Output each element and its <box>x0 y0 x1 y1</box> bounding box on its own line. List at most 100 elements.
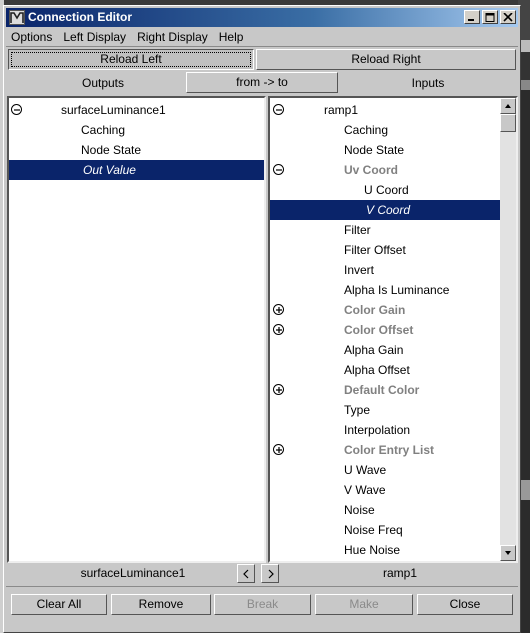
attr-label: Node State <box>344 143 405 157</box>
close-button[interactable]: Close <box>417 594 513 615</box>
attr-label: Type <box>344 403 371 417</box>
attr-label: Invert <box>344 263 375 277</box>
list-item[interactable]: Default Color <box>270 380 516 400</box>
list-item[interactable]: Node State <box>270 140 516 160</box>
expand-icon[interactable] <box>273 384 284 395</box>
maximize-button[interactable] <box>482 10 498 24</box>
inputs-list[interactable]: ramp1 Caching Node State Uv Coord U Coor… <box>268 96 518 563</box>
expand-icon[interactable] <box>273 324 284 335</box>
attr-label: Filter Offset <box>344 243 406 257</box>
title-bar[interactable]: Connection Editor <box>6 8 518 27</box>
list-item[interactable]: Alpha Gain <box>270 340 516 360</box>
list-item[interactable]: ramp1 <box>270 100 516 120</box>
list-item[interactable]: Uv Coord <box>270 160 516 180</box>
collapse-icon[interactable] <box>273 164 284 175</box>
menu-right-display[interactable]: Right Display <box>137 30 208 44</box>
node-name-output: surfaceLuminance1 <box>61 103 166 117</box>
attr-label: Color Entry List <box>344 443 435 457</box>
attr-label: Interpolation <box>344 423 411 437</box>
list-item[interactable]: U Coord <box>270 180 516 200</box>
arrow-down-icon <box>505 551 511 555</box>
list-item[interactable]: Noise <box>270 500 516 520</box>
menu-bar: Options Left Display Right Display Help <box>6 28 518 46</box>
from-to-button[interactable]: from -> to <box>186 72 338 93</box>
menu-options[interactable]: Options <box>11 30 52 44</box>
list-item[interactable]: Noise Freq <box>270 520 516 540</box>
maximize-icon <box>485 13 495 22</box>
list-item[interactable]: surfaceLuminance1 <box>9 100 264 120</box>
vertical-scrollbar[interactable] <box>500 98 516 561</box>
attr-label: Alpha Offset <box>344 363 410 377</box>
left-node-label: surfaceLuminance1 <box>80 566 186 580</box>
window-title: Connection Editor <box>28 10 132 24</box>
attr-label: Out Value <box>83 163 136 177</box>
outputs-header: Outputs <box>81 76 125 90</box>
attr-label: Uv Coord <box>344 163 398 177</box>
list-item[interactable]: Caching <box>270 120 516 140</box>
outputs-list[interactable]: surfaceLuminance1 Caching Node State Out… <box>7 96 266 563</box>
inputs-header: Inputs <box>411 76 445 90</box>
list-item[interactable]: Color Entry List <box>270 440 516 460</box>
expand-icon[interactable] <box>273 304 284 315</box>
right-node-label: ramp1 <box>382 566 417 580</box>
collapse-icon[interactable] <box>11 104 22 115</box>
expand-icon[interactable] <box>273 444 284 455</box>
attr-label: U Wave <box>344 463 387 477</box>
attr-label: Noise <box>344 503 375 517</box>
attr-label: Caching <box>344 123 389 137</box>
menu-left-display[interactable]: Left Display <box>63 30 126 44</box>
menu-help[interactable]: Help <box>219 30 244 44</box>
list-item[interactable]: Node State <box>9 140 264 160</box>
attr-label: Node State <box>81 143 142 157</box>
clear-all-button[interactable]: Clear All <box>11 594 107 615</box>
list-item[interactable]: Filter <box>270 220 516 240</box>
reload-left-button[interactable]: Reload Left <box>8 49 254 70</box>
list-item[interactable]: Interpolation <box>270 420 516 440</box>
scroll-thumb[interactable] <box>500 114 516 132</box>
list-item[interactable]: V Wave <box>270 480 516 500</box>
close-window-button[interactable] <box>500 10 516 24</box>
attr-label: V Wave <box>344 483 386 497</box>
list-item-selected[interactable]: Out Value <box>9 160 264 180</box>
break-button[interactable]: Break <box>214 594 311 615</box>
list-item[interactable]: Invert <box>270 260 516 280</box>
minimize-button[interactable] <box>464 10 480 24</box>
menu-separator <box>6 46 518 47</box>
make-button[interactable]: Make <box>315 594 413 615</box>
list-item[interactable]: Caching <box>9 120 264 140</box>
attr-label: Default Color <box>344 383 420 397</box>
list-item[interactable]: Alpha Is Luminance <box>270 280 516 300</box>
attr-label: Filter <box>344 223 371 237</box>
list-item[interactable]: Filter Offset <box>270 240 516 260</box>
chevron-left-icon <box>243 569 249 579</box>
attr-label: Color Gain <box>344 303 406 317</box>
attr-label: Noise Freq <box>344 523 403 537</box>
collapse-icon[interactable] <box>273 104 284 115</box>
attr-label: U Coord <box>364 183 409 197</box>
list-item[interactable]: U Wave <box>270 460 516 480</box>
footer-separator <box>6 586 518 587</box>
attr-label: Caching <box>81 123 126 137</box>
attr-label: Hue Noise <box>344 543 401 557</box>
close-icon <box>503 13 513 22</box>
list-item[interactable]: Color Offset <box>270 320 516 340</box>
scroll-up-button[interactable] <box>500 98 516 114</box>
list-item[interactable]: Alpha Offset <box>270 360 516 380</box>
list-item[interactable]: Hue Noise <box>270 540 516 560</box>
prev-node-button[interactable] <box>237 564 255 583</box>
attr-label: V Coord <box>366 203 411 217</box>
reload-right-button[interactable]: Reload Right <box>256 49 516 70</box>
remove-button[interactable]: Remove <box>111 594 211 615</box>
node-name-input: ramp1 <box>324 103 359 117</box>
scroll-down-button[interactable] <box>500 545 516 561</box>
list-item[interactable]: Type <box>270 400 516 420</box>
attr-label: Alpha Is Luminance <box>344 283 450 297</box>
list-item[interactable]: Color Gain <box>270 300 516 320</box>
maya-app-icon[interactable] <box>9 10 25 25</box>
list-item-selected[interactable]: V Coord <box>270 200 500 220</box>
minimize-icon <box>468 19 474 21</box>
arrow-up-icon <box>505 104 511 108</box>
next-node-button[interactable] <box>261 564 279 583</box>
attr-label: Alpha Gain <box>344 343 404 357</box>
chevron-right-icon <box>268 569 274 579</box>
